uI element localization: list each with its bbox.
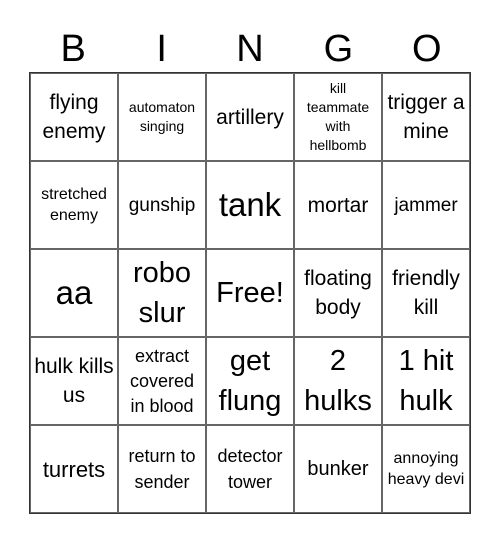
- cell-text: turrets: [42, 456, 106, 482]
- cell-text: detector tower: [217, 446, 283, 492]
- bingo-cell[interactable]: automaton singing: [118, 73, 206, 161]
- bingo-cell[interactable]: artillery: [206, 73, 294, 161]
- cell-text: trigger a mine: [387, 91, 465, 143]
- bingo-header: B I N G O: [29, 26, 471, 72]
- cell-text: stretched enemy: [41, 186, 107, 224]
- cell-text: flying enemy: [42, 91, 106, 143]
- bingo-grid: flying enemy automaton singing artillery…: [29, 72, 471, 514]
- cell-text: get flung: [218, 345, 282, 417]
- cell-text: hulk kills us: [34, 355, 114, 407]
- cell-text: kill teammate with hellbomb: [306, 80, 370, 153]
- bingo-cell[interactable]: tank: [206, 161, 294, 249]
- bingo-cell[interactable]: 2 hulks: [294, 337, 382, 425]
- bingo-cell[interactable]: 1 hit hulk: [382, 337, 470, 425]
- bingo-cell[interactable]: turrets: [30, 425, 118, 513]
- bingo-cell[interactable]: hulk kills us: [30, 337, 118, 425]
- cell-text: return to sender: [128, 446, 196, 492]
- cell-text: tank: [218, 186, 282, 223]
- cell-text: floating body: [304, 267, 372, 319]
- bingo-cell[interactable]: get flung: [206, 337, 294, 425]
- bingo-cell[interactable]: aa: [30, 249, 118, 337]
- bingo-cell[interactable]: stretched enemy: [30, 161, 118, 249]
- cell-text: mortar: [307, 193, 369, 217]
- bingo-cell[interactable]: extract covered in blood: [118, 337, 206, 425]
- bingo-cell[interactable]: Free!: [206, 249, 294, 337]
- header-letter-i: I: [156, 28, 167, 70]
- cell-text: automaton singing: [128, 99, 196, 134]
- bingo-cell[interactable]: trigger a mine: [382, 73, 470, 161]
- cell-text: friendly kill: [392, 267, 460, 319]
- header-letter-n: N: [236, 28, 264, 70]
- bingo-cell[interactable]: mortar: [294, 161, 382, 249]
- bingo-cell[interactable]: floating body: [294, 249, 382, 337]
- bingo-cell[interactable]: robo slur: [118, 249, 206, 337]
- cell-text: annoying heavy devi: [387, 450, 465, 488]
- header-letter-g: G: [323, 28, 354, 70]
- bingo-cell[interactable]: detector tower: [206, 425, 294, 513]
- cell-text: bunker: [307, 457, 369, 480]
- bingo-cell[interactable]: flying enemy: [30, 73, 118, 161]
- cell-text: jammer: [394, 194, 458, 216]
- bingo-cell[interactable]: jammer: [382, 161, 470, 249]
- bingo-cell[interactable]: annoying heavy devi: [382, 425, 470, 513]
- bingo-cell[interactable]: return to sender: [118, 425, 206, 513]
- bingo-cell[interactable]: bunker: [294, 425, 382, 513]
- cell-text: artillery: [216, 105, 284, 129]
- free-space: Free!: [216, 277, 284, 309]
- cell-text: gunship: [128, 194, 196, 216]
- cell-text: robo slur: [132, 257, 192, 329]
- cell-text: 2 hulks: [304, 345, 372, 417]
- bingo-cell[interactable]: friendly kill: [382, 249, 470, 337]
- bingo-cell[interactable]: gunship: [118, 161, 206, 249]
- header-letter-o: O: [412, 28, 442, 70]
- cell-text: extract covered in blood: [129, 345, 195, 416]
- header-letter-b: B: [60, 28, 86, 70]
- bingo-cell[interactable]: kill teammate with hellbomb: [294, 73, 382, 161]
- cell-text: 1 hit hulk: [398, 345, 454, 417]
- cell-text: aa: [55, 274, 93, 311]
